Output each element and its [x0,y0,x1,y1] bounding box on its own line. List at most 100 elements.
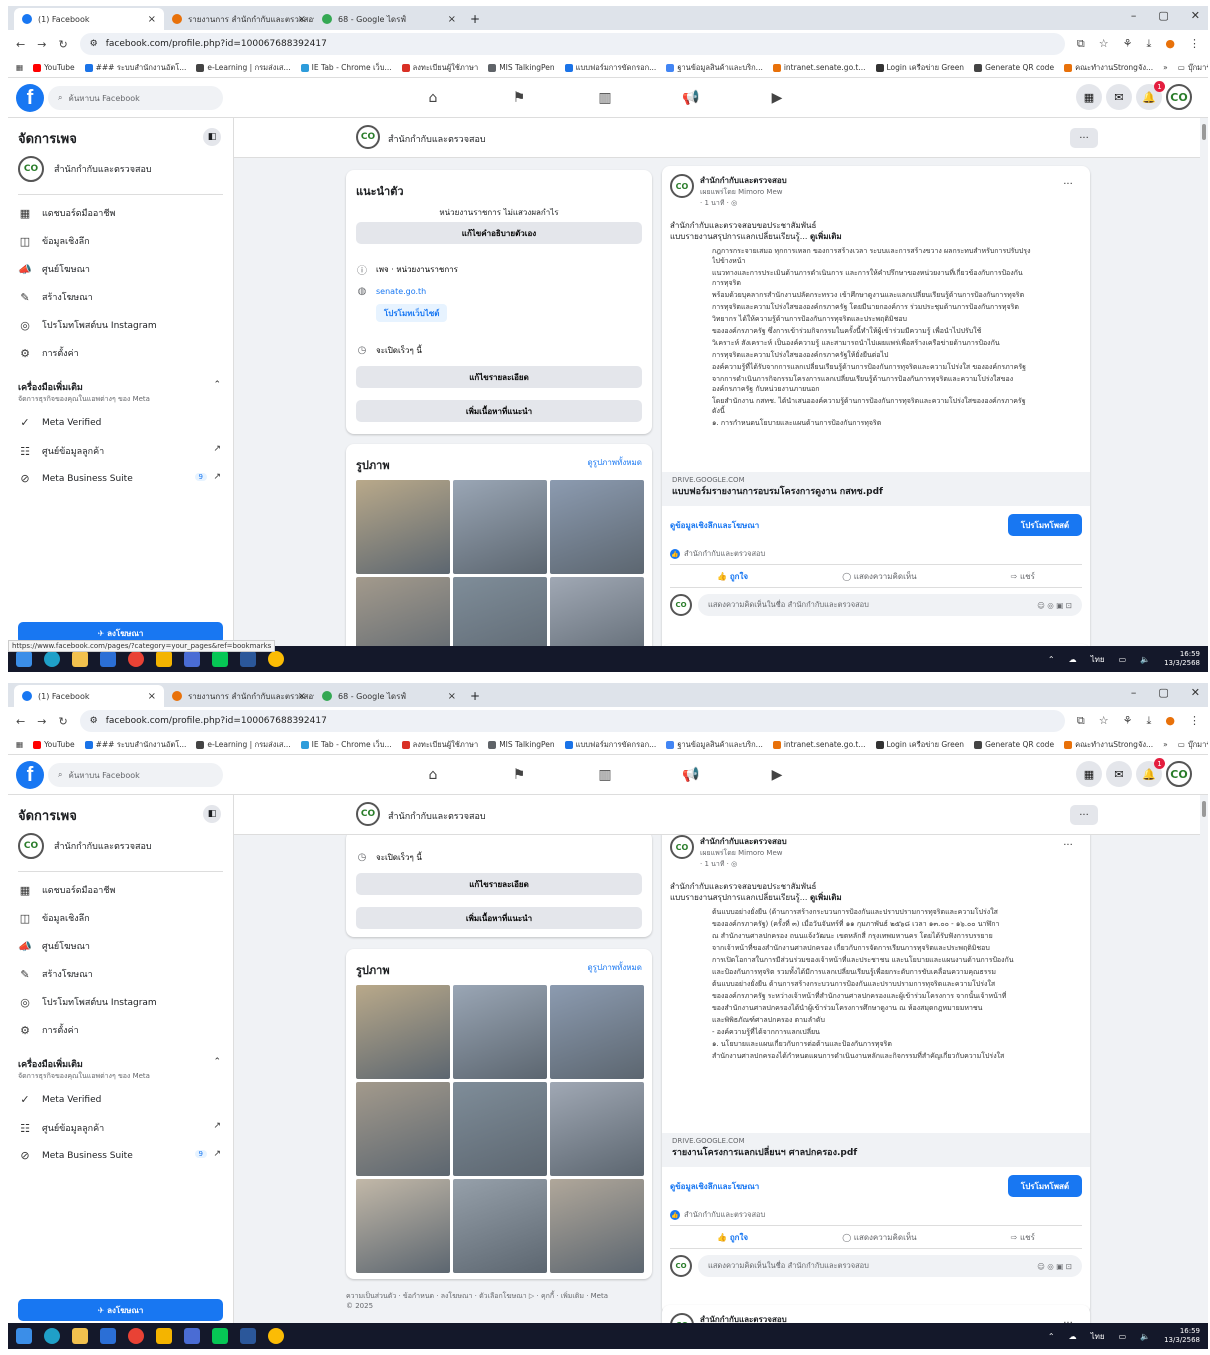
close-tab-icon[interactable]: × [298,691,306,702]
edge-icon[interactable] [44,651,60,667]
home-icon[interactable]: ⌂ [418,86,448,110]
tray-chevron-icon[interactable]: ⌃ [1048,1332,1055,1341]
menu-icon[interactable]: ⋮ [1189,714,1200,728]
reload-icon[interactable]: ↻ [58,715,67,728]
photo-thumbnail[interactable] [453,1179,547,1273]
back-icon[interactable]: ← [16,38,25,51]
app-icon[interactable] [100,651,116,667]
close-tab-icon[interactable]: × [148,691,156,702]
bookmark-item[interactable]: e-Learning | กรมส่งเส... [196,739,291,751]
promote-post-button[interactable]: โปรโมทโพสต์ [1008,514,1082,536]
sidebar-item[interactable]: ◫ ข้อมูลเชิงลึก [18,911,90,925]
new-tab-button[interactable]: + [470,8,480,30]
restore-icon[interactable]: ▢ [1158,9,1168,22]
download-icon[interactable]: ⤓ [1147,37,1152,51]
document-preview[interactable]: ต้นแบบอย่างยั่งยืน (ด้านการสร้างกระบวนกา… [712,907,1032,1127]
close-tab-icon[interactable]: × [148,14,156,25]
menu-grid-icon[interactable]: ▦ [1076,84,1102,110]
site-settings-icon[interactable]: ⚙ [90,39,98,49]
sidebar-tool-item[interactable]: ⊘ Meta Business Suite [18,1149,132,1162]
post-more-button[interactable]: ··· [1054,835,1082,855]
sidebar-item[interactable]: ▦ แดชบอร์ดมืออาชีพ [18,206,116,220]
hours-text[interactable]: จะเปิดเร็วๆ นี้ [376,851,422,864]
app-icon[interactable] [156,1328,172,1344]
notifications-bell-icon[interactable]: 🔔 1 [1136,758,1165,787]
bookmark-item[interactable]: MIS TalkingPen [488,63,555,72]
photo-thumbnail[interactable] [356,985,450,1079]
megaphone-icon[interactable]: 📢 [676,86,706,110]
photo-thumbnail[interactable] [550,1082,644,1176]
promote-website-button[interactable]: โปรโมทเว็บไซต์ [376,304,448,322]
see-more-link[interactable]: ดูเพิ่มเติม [810,232,842,241]
more-options-button[interactable]: ··· [1070,128,1098,148]
profile-icon[interactable]: ● [1165,714,1175,728]
close-tab-icon[interactable]: × [448,691,456,702]
bookmark-item[interactable]: Login เครือข่าย Green [875,62,964,74]
comment-input[interactable]: แสดงความคิดเห็นในชื่อ สำนักกำกับและตรวจส… [698,1255,1082,1277]
chrome-icon[interactable] [128,1328,144,1344]
sidebar-item[interactable]: ✎ สร้างโฆษณา [18,967,92,981]
bookmark-item[interactable]: e-Learning | กรมส่งเส... [196,62,291,74]
like-button[interactable]: 👍 ถูกใจ [717,1231,748,1244]
tab-report[interactable]: รายงานการ สำนักกำกับและตรวจสอบ 2 × [164,685,314,707]
reaction-summary[interactable]: 👍 สำนักกำกับและตรวจสอบ [670,1209,765,1221]
comment-button[interactable]: ◯ แสดงความคิดเห็น [842,570,916,583]
footer-links[interactable]: ความเป็นส่วนตัว · ข้อกำหนด · ลงโฆษณา · ต… [346,1291,656,1301]
sidebar-item[interactable]: ◫ ข้อมูลเชิงลึก [18,234,90,248]
post-more-button[interactable]: ··· [1054,1313,1082,1324]
collapse-chevron-icon[interactable]: ⌃ [213,1057,221,1067]
sidebar-item[interactable]: ⚙ การตั้งค่า [18,346,79,360]
windows-start-icon[interactable] [16,651,32,667]
sidebar-item[interactable]: ◎ โปรโมทโพสต์บน Instagram [18,995,157,1009]
close-tab-icon[interactable]: × [448,14,456,25]
like-button[interactable]: 👍 ถูกใจ [717,570,748,583]
photo-thumbnail[interactable] [550,577,644,646]
sidebar-tool-item[interactable]: ☷ ศูนย์ข้อมูลลูกค้า [18,444,104,458]
sidebar-item[interactable]: ▦ แดชบอร์ดมืออาชีพ [18,883,116,897]
bookmark-item[interactable]: คณะทำงานStrongจัง... [1064,62,1153,74]
photo-thumbnail[interactable] [453,577,547,646]
post-author-avatar[interactable]: CO [670,174,694,198]
reaction-summary[interactable]: 👍 สำนักกำกับและตรวจสอบ [670,548,765,560]
video-icon[interactable]: ▶ [762,86,792,110]
edit-details-button[interactable]: แก้ไขรายละเอียด [356,366,642,388]
see-all-photos-link[interactable]: ดูรูปภาพทั้งหมด [587,961,642,974]
app-icon[interactable] [184,1328,200,1344]
language-indicator[interactable]: ไทย [1091,1330,1105,1343]
photo-thumbnail[interactable] [550,985,644,1079]
menu-grid-icon[interactable]: ▦ [1076,761,1102,787]
photo-thumbnail[interactable] [356,577,450,646]
link-title[interactable]: แบบฟอร์มรายงานการอบรมโครงการดูงาน กสทช.p… [672,484,1080,498]
comment-tools-icon[interactable]: ☺ ◎ ▣ ⊡ [1037,1262,1072,1271]
bookmark-item[interactable]: YouTube [33,740,75,749]
star-icon[interactable]: ☆ [1099,714,1109,728]
see-all-photos-link[interactable]: ดูรูปภาพทั้งหมด [587,456,642,469]
app-icon[interactable] [184,651,200,667]
post-author-avatar[interactable]: CO [670,835,694,859]
bookmark-item[interactable]: แบบฟอร์มการขัดกรอก... [564,739,656,751]
facebook-logo-icon[interactable]: f [16,761,44,789]
profile-avatar[interactable]: CO [1166,84,1192,110]
bookmark-item[interactable]: MIS TalkingPen [488,740,555,749]
sidebar-item[interactable]: ⚙ การตั้งค่า [18,1023,79,1037]
scroll-thumb[interactable] [1202,801,1206,817]
sidebar-toggle-icon[interactable]: ◧ [203,128,221,146]
new-tab-button[interactable]: + [470,685,480,707]
app-icon[interactable] [156,651,172,667]
share-button[interactable]: ⇨ แชร์ [1011,1231,1035,1244]
post-author-name[interactable]: สำนักกำกับและตรวจสอบ [700,1313,787,1323]
sidebar-tool-item[interactable]: ✓ Meta Verified [18,416,101,429]
site-settings-icon[interactable]: ⚙ [90,716,98,726]
edge-icon[interactable] [44,1328,60,1344]
extensions-icon[interactable]: ⚘ [1123,37,1133,51]
more-tools-heading[interactable]: เครื่องมือเพิ่มเติม [18,1057,83,1071]
sidebar-page-switcher[interactable]: CO สำนักกำกับและตรวจสอบ [18,833,152,859]
page-avatar[interactable]: CO [356,125,380,149]
forward-icon[interactable]: → [37,715,46,728]
url-field[interactable]: ⚙ facebook.com/profile.php?id=10006768839… [79,33,1065,55]
document-preview[interactable]: กฎการกระจายเสมอ ทุกการเหลก ของการสร้างเว… [712,246,1032,466]
photo-thumbnail[interactable] [356,480,450,574]
post-author-name[interactable]: สำนักกำกับและตรวจสอบ [700,835,787,848]
extensions-icon[interactable]: ⚘ [1123,714,1133,728]
reload-icon[interactable]: ↻ [58,38,67,51]
